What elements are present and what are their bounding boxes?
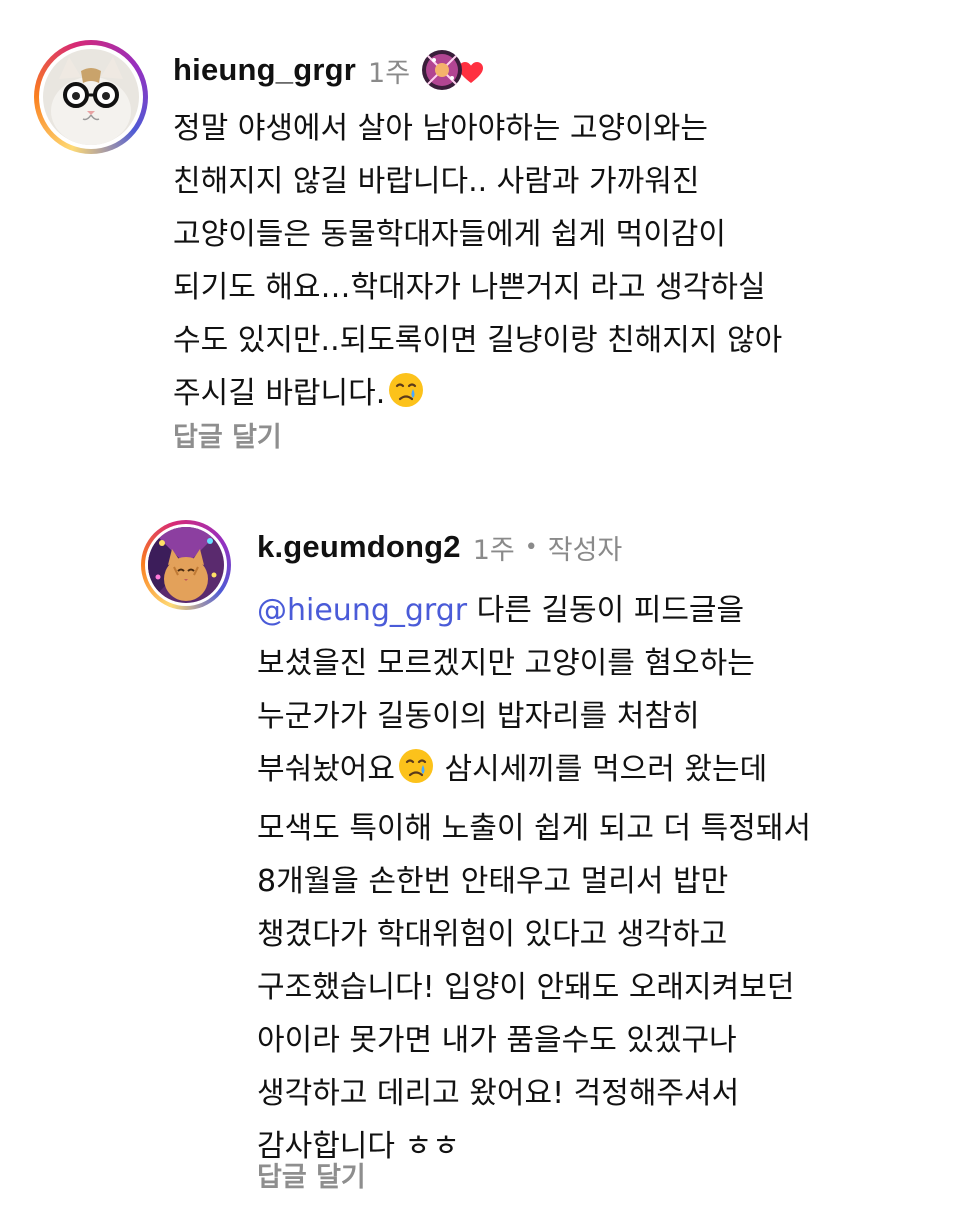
text-line-first: @hieung_grgr 다른 길동이 피드글을 bbox=[257, 584, 947, 637]
text-line: 삼시세끼를 먹으러 왔는데 bbox=[435, 752, 768, 787]
text-line: 생각하고 데리고 왔어요! 걱정해주셔서 bbox=[257, 1076, 740, 1111]
text-line: 보셨을진 모르겠지만 고양이를 혐오하는 bbox=[257, 646, 755, 681]
username[interactable]: hieung_grgr bbox=[173, 52, 356, 88]
crying-face-icon bbox=[387, 371, 425, 426]
crying-face-icon bbox=[397, 747, 435, 802]
comment-text: 정말 야생에서 살아 남아야하는 고양이와는 친해지지 않길 바랍니다.. 사람… bbox=[173, 102, 943, 426]
timestamp: 1주 bbox=[472, 534, 515, 566]
username[interactable]: k.geumdong2 bbox=[257, 529, 461, 565]
comment-text: @hieung_grgr 다른 길동이 피드글을 보셨을진 모르겠지만 고양이를… bbox=[257, 584, 947, 1173]
avatar[interactable] bbox=[148, 527, 224, 603]
comment-header: k.geumdong2 1주 • 작성자 bbox=[257, 522, 622, 572]
text-line: 친해지지 않길 바랍니다.. 사람과 가까워진 bbox=[173, 164, 700, 199]
text-line: 고양이들은 동물학대자들에게 쉽게 먹이감이 bbox=[173, 217, 727, 252]
separator-dot: • bbox=[524, 534, 538, 560]
text-line: 정말 야생에서 살아 남아야하는 고양이와는 bbox=[173, 111, 708, 146]
story-ring[interactable] bbox=[34, 40, 148, 154]
author-liked-avatar bbox=[422, 50, 463, 90]
text-line: 주시길 바랍니다. bbox=[173, 376, 386, 411]
text-line: 되기도 해요…학대자가 나쁜거지 라고 생각하실 bbox=[173, 270, 766, 305]
comment-header: hieung_grgr 1주 bbox=[173, 44, 484, 96]
text-line: 누군가가 길동이의 밥자리를 처참히 bbox=[257, 699, 700, 734]
text-line-emoji: 부숴놨어요 삼시세끼를 먹으러 왔는데 bbox=[257, 743, 947, 802]
text-line: 챙겼다가 학대위험이 있다고 생각하고 bbox=[257, 917, 728, 952]
reply-button[interactable]: 답글 달기 bbox=[257, 1155, 366, 1194]
orange-cat-avatar-icon bbox=[148, 527, 224, 603]
mention-link[interactable]: @hieung_grgr bbox=[257, 593, 467, 628]
heart-icon bbox=[458, 61, 484, 89]
text-line: 8개월을 손한번 안태우고 멀리서 밥만 bbox=[257, 864, 729, 899]
story-ring[interactable] bbox=[141, 520, 231, 610]
author-badge: 작성자 bbox=[547, 534, 623, 566]
text-line: 부숴놨어요 bbox=[257, 752, 395, 787]
cat-with-glasses-avatar-icon bbox=[43, 49, 139, 145]
text-line: 구조했습니다! 입양이 안돼도 오래지켜보던 bbox=[257, 970, 795, 1005]
text-line: 아이라 못가면 내가 품을수도 있겠구나 bbox=[257, 1023, 737, 1058]
timestamp: 1주 bbox=[368, 57, 411, 89]
avatar[interactable] bbox=[43, 49, 139, 145]
text-line: 수도 있지만..되도록이면 길냥이랑 친해지지 않아 bbox=[173, 323, 783, 358]
text-line-last: 주시길 바랍니다. bbox=[173, 367, 943, 426]
reply-button[interactable]: 답글 달기 bbox=[173, 415, 282, 454]
text-line: 다른 길동이 피드글을 bbox=[467, 593, 745, 628]
text-line: 모색도 특이해 노출이 쉽게 되고 더 특정돼서 bbox=[257, 811, 812, 846]
